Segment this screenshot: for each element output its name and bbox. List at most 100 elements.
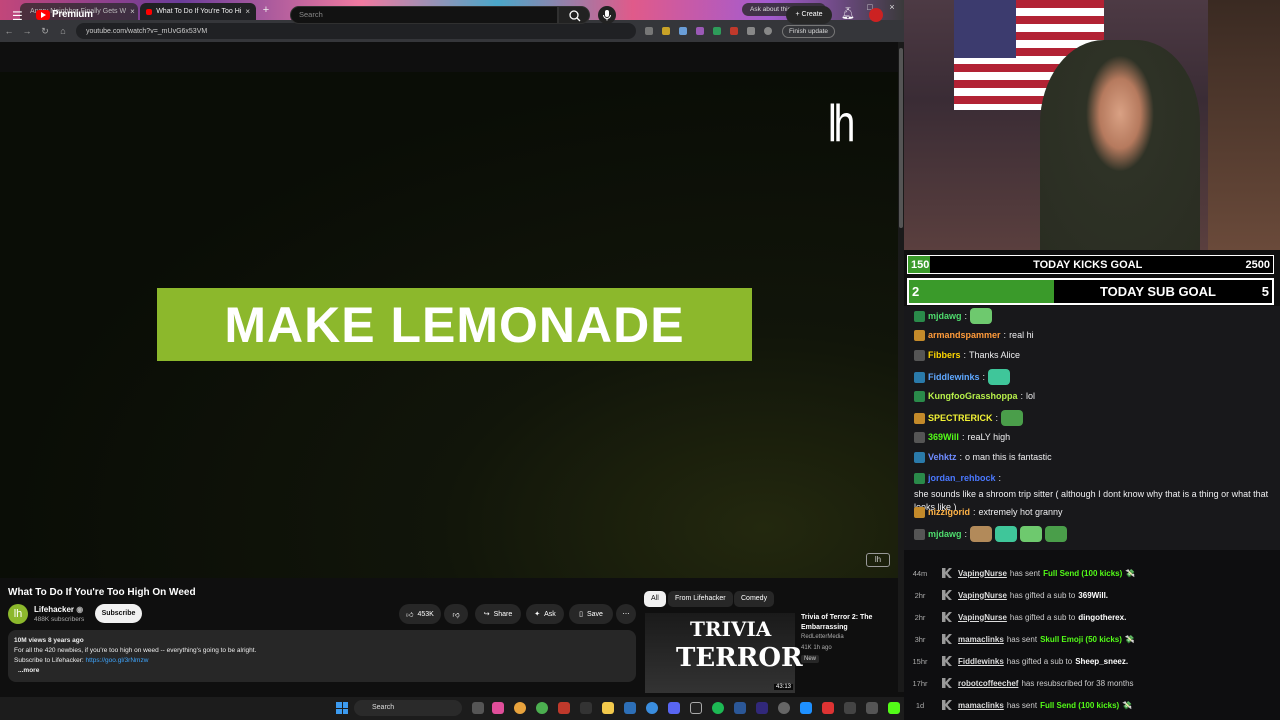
description-box[interactable]: 10M views 8 years ago For all the 420 ne…: [8, 630, 636, 682]
chat-username[interactable]: Vehktz: [928, 451, 957, 464]
discord-icon[interactable]: [668, 702, 680, 714]
extension-icon[interactable]: [679, 27, 687, 35]
menu-icon[interactable]: ☰: [12, 9, 23, 23]
window-close-button[interactable]: ×: [882, 2, 902, 12]
more-icon: ⋯: [622, 611, 630, 618]
extension-icon[interactable]: [645, 27, 653, 35]
dislike-button[interactable]: 👎︎: [444, 604, 468, 624]
home-icon[interactable]: ⌂: [54, 26, 72, 36]
kick-logo-icon: [942, 590, 952, 600]
youtube-premium-label[interactable]: Premium: [52, 9, 93, 20]
chat-username[interactable]: Fiddlewinks: [928, 371, 980, 384]
activity-action: has gifted a sub to: [1006, 656, 1073, 666]
obs-icon[interactable]: [558, 702, 570, 714]
app-icon[interactable]: [536, 702, 548, 714]
activity-username[interactable]: VapingNurse: [958, 613, 1007, 622]
kick-logo-icon: [942, 568, 952, 578]
app-icon[interactable]: [734, 702, 746, 714]
share-label: Share: [493, 610, 513, 618]
app-icon[interactable]: [800, 702, 812, 714]
finish-update-button[interactable]: Finish update: [782, 24, 836, 38]
app-icon[interactable]: [580, 702, 592, 714]
notifications-bell-icon[interactable]: 🔔︎: [841, 7, 855, 20]
subscribe-button[interactable]: Subscribe: [95, 604, 142, 623]
scrollbar-thumb[interactable]: [899, 48, 903, 228]
app-icon[interactable]: [778, 702, 790, 714]
extension-icon[interactable]: [713, 27, 721, 35]
chat-username[interactable]: mjdawg: [928, 310, 962, 323]
extension-icon[interactable]: [662, 27, 670, 35]
chat-username[interactable]: SPECTRERICK: [928, 412, 993, 425]
channel-name[interactable]: Lifehacker ◉: [34, 605, 83, 614]
chip-comedy[interactable]: Comedy: [734, 591, 775, 607]
youtube-logo-icon[interactable]: [36, 10, 50, 20]
search-button[interactable]: [558, 6, 590, 24]
description-subscribe-prefix: Subscribe to Lifehacker:: [14, 657, 84, 664]
activity-username[interactable]: mamaclinks: [958, 701, 1004, 710]
save-label: Save: [586, 610, 603, 618]
chat-username[interactable]: KungfooGrasshoppa: [928, 390, 1018, 403]
steam-icon[interactable]: [624, 702, 636, 714]
close-tab-icon[interactable]: ×: [130, 7, 135, 16]
chat-username[interactable]: 369Will: [928, 431, 959, 444]
extension-icon[interactable]: [696, 27, 704, 35]
edge-icon[interactable]: [646, 702, 658, 714]
kick-icon[interactable]: [888, 702, 900, 714]
chat-badge-icon: [914, 371, 925, 383]
thumbs-down-icon: 👎︎: [452, 611, 460, 619]
create-button[interactable]: + Create: [786, 6, 832, 24]
save-button[interactable]: ▯ Save: [569, 604, 613, 624]
like-button[interactable]: 👍︎ 453K: [399, 604, 441, 624]
description-link[interactable]: https://goo.gl/3rNmzw: [86, 657, 149, 664]
chat-badge-icon: [914, 310, 925, 322]
chip-all[interactable]: All: [644, 591, 666, 607]
activity-username[interactable]: VapingNurse: [958, 569, 1007, 578]
channel-avatar[interactable]: lh: [8, 604, 28, 624]
voice-search-button[interactable]: [598, 6, 616, 24]
close-tab-icon[interactable]: ×: [245, 7, 250, 16]
share-button[interactable]: ↪ Share: [475, 604, 521, 624]
forward-icon[interactable]: →: [18, 26, 36, 36]
show-more-button[interactable]: ...more: [14, 666, 630, 676]
account-avatar[interactable]: [869, 8, 883, 22]
extensions-puzzle-icon[interactable]: [747, 27, 755, 35]
file-explorer-icon[interactable]: [602, 702, 614, 714]
reload-icon[interactable]: ↻: [36, 26, 54, 37]
chat-username[interactable]: nizzigorid: [928, 506, 970, 519]
app-icon[interactable]: [866, 702, 878, 714]
maps-icon[interactable]: [822, 702, 834, 714]
recommendation-channel[interactable]: RedLetterMedia: [801, 634, 844, 640]
ask-button[interactable]: ✦ Ask: [526, 604, 564, 624]
new-tab-button[interactable]: +: [259, 3, 273, 17]
app-icon[interactable]: [690, 702, 702, 714]
chat-username[interactable]: mjdawg: [928, 528, 962, 541]
recommendation-title[interactable]: Trivia of Terror 2: The Embarrassing: [801, 613, 897, 633]
snipping-tool-icon[interactable]: [844, 702, 856, 714]
widgets-icon[interactable]: [492, 702, 504, 714]
chip-from-lifehacker[interactable]: From Lifehacker: [668, 591, 733, 607]
activity-username[interactable]: robotcoffeechef: [958, 679, 1018, 688]
chat-badge-icon: [914, 391, 925, 402]
activity-username[interactable]: mamaclinks: [958, 635, 1004, 644]
task-view-icon[interactable]: [472, 702, 484, 714]
spotify-icon[interactable]: [712, 702, 724, 714]
chat-username[interactable]: armandspammer: [928, 329, 1001, 342]
windows-start-icon[interactable]: [336, 702, 348, 714]
activity-username[interactable]: Fiddlewinks: [958, 657, 1004, 666]
chat-username[interactable]: jordan_rehbock: [928, 472, 996, 485]
search-input[interactable]: Search: [290, 6, 558, 24]
extension-icon[interactable]: [730, 27, 738, 35]
taskbar-search[interactable]: Search: [354, 700, 462, 716]
chat-message: armandspammer: real hi: [914, 329, 1274, 342]
premiere-icon[interactable]: [756, 702, 768, 714]
chrome-icon[interactable]: [514, 702, 526, 714]
more-actions-button[interactable]: ⋯: [616, 604, 636, 624]
channel-watermark-button[interactable]: lh: [866, 553, 890, 567]
chat-username[interactable]: Fibbers: [928, 349, 961, 362]
back-icon[interactable]: ←: [0, 26, 18, 36]
activity-username[interactable]: VapingNurse: [958, 591, 1007, 600]
browser-tab-2[interactable]: What To Do If You're Too Hi ×: [140, 3, 256, 20]
url-field[interactable]: youtube.com/watch?v=_mUvG6x53VM: [76, 23, 636, 39]
kicks-icon: 💸: [1122, 700, 1133, 710]
profile-avatar[interactable]: [764, 27, 772, 35]
